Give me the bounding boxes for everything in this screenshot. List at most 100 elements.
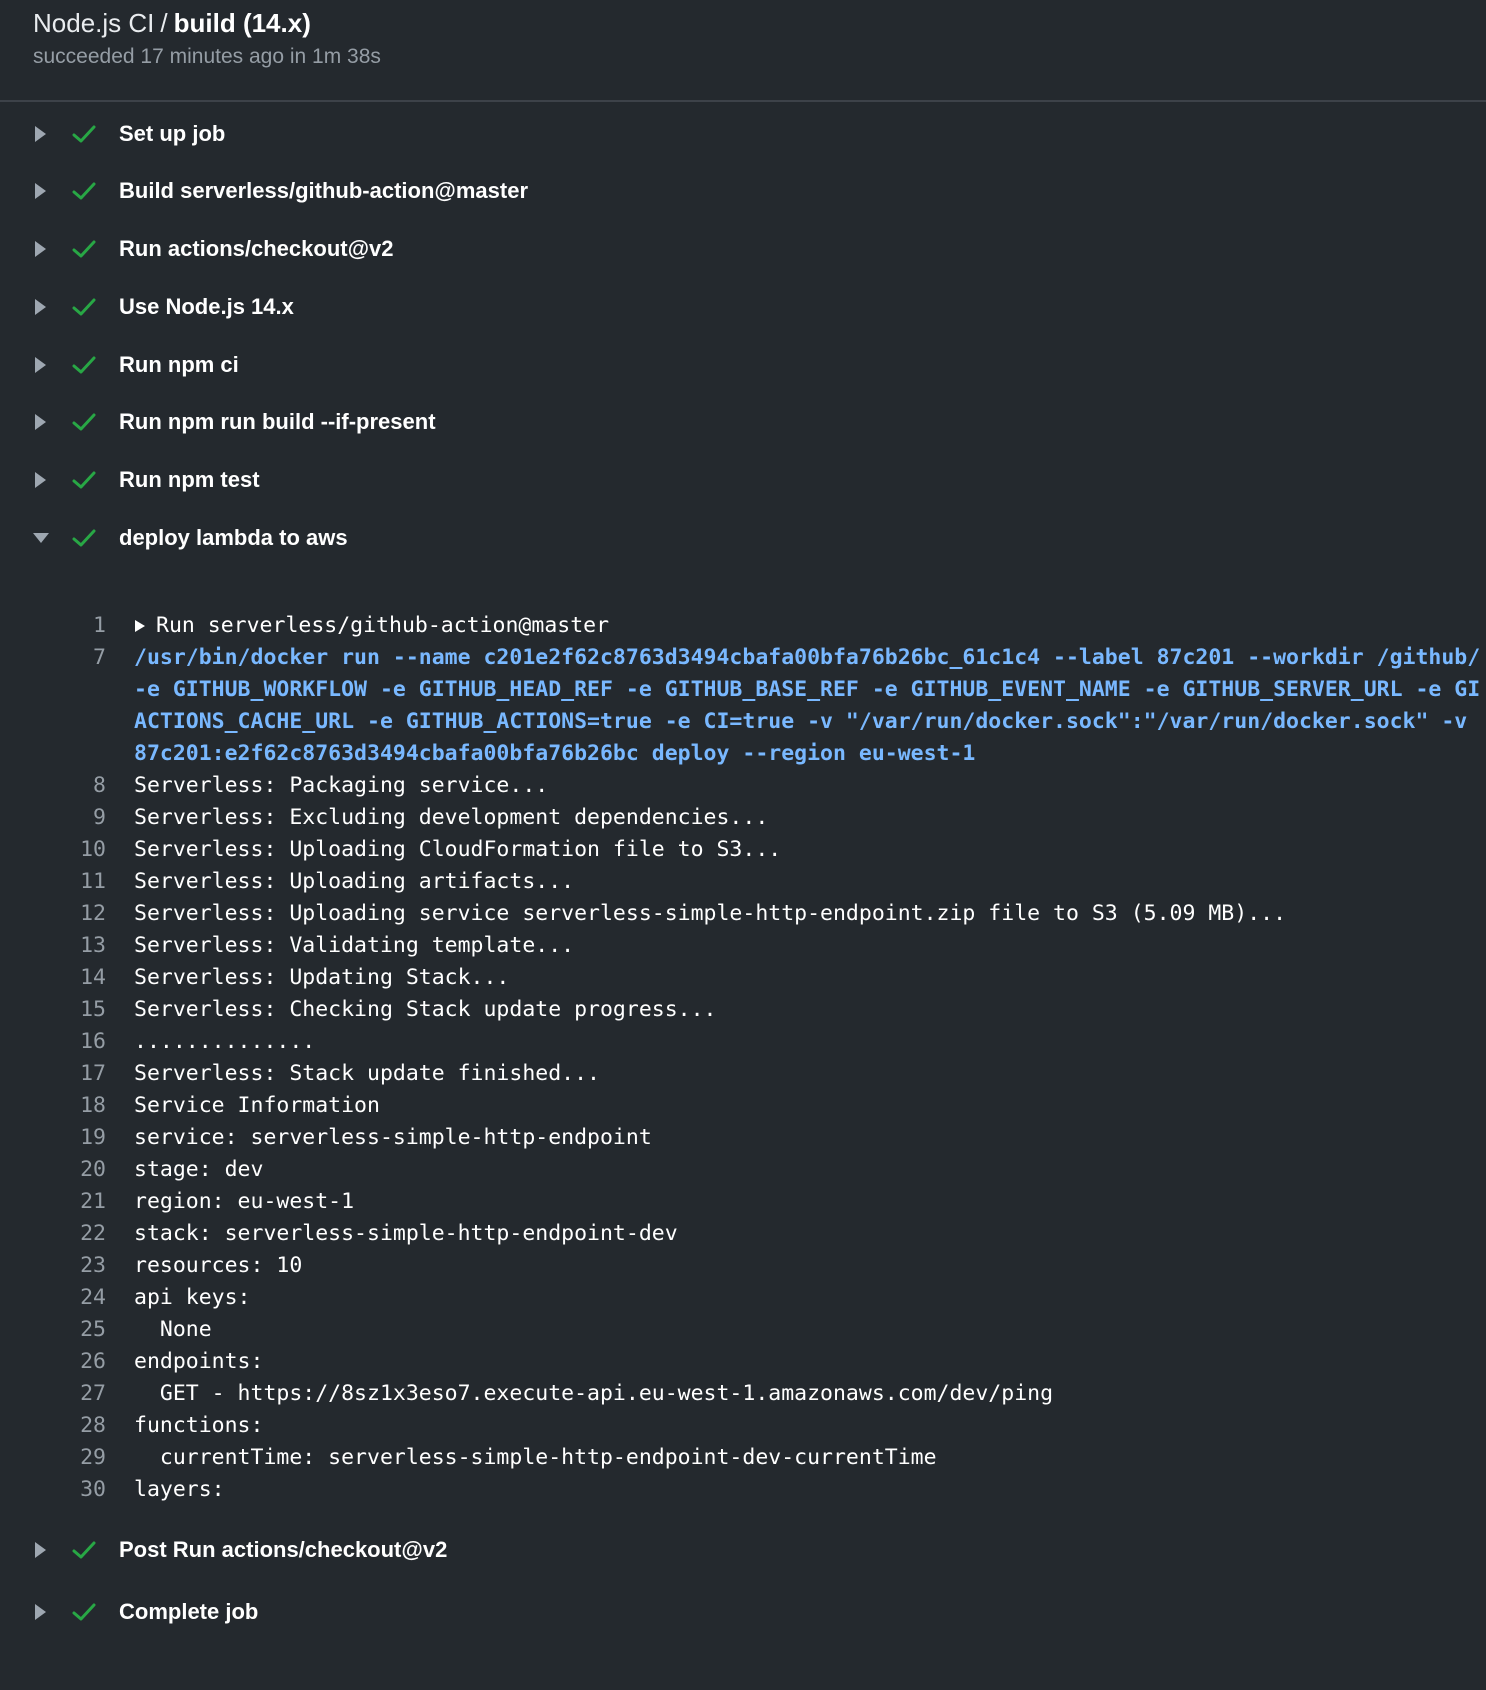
caret-right-icon[interactable] <box>30 469 52 491</box>
line-number[interactable]: 1 <box>56 610 106 642</box>
log-text-wrapper: Serverless: Uploading CloudFormation fil… <box>134 834 781 866</box>
caret-right-icon[interactable] <box>30 1601 52 1623</box>
log-text-wrapper: -e GITHUB_WORKFLOW -e GITHUB_HEAD_REF -e… <box>134 674 1480 706</box>
log-line: 16.............. <box>0 1026 1486 1058</box>
step-7[interactable]: Run npm test <box>0 455 1486 505</box>
check-icon <box>72 356 96 374</box>
log-line: 87c201:e2f62c8763d3494cbafa00bfa76b26bc … <box>0 738 1486 770</box>
caret-right-icon[interactable] <box>30 354 52 376</box>
step-5[interactable]: Run npm ci <box>0 340 1486 390</box>
log-text-wrapper: /usr/bin/docker run --name c201e2f62c876… <box>134 642 1480 674</box>
log-text: region: eu-west-1 <box>134 1189 355 1214</box>
line-number[interactable]: 25 <box>56 1314 106 1346</box>
step-deploy[interactable]: deploy lambda to aws <box>0 513 1486 563</box>
line-number[interactable]: 16 <box>56 1026 106 1058</box>
step-6[interactable]: Run npm run build --if-present <box>0 397 1486 447</box>
log-text-wrapper: api keys: <box>134 1282 251 1314</box>
step-label: Complete job <box>119 1599 259 1624</box>
log-text-wrapper: service: serverless-simple-http-endpoint <box>134 1122 652 1154</box>
log-text-wrapper: ACTIONS_CACHE_URL -e GITHUB_ACTIONS=true… <box>134 706 1467 738</box>
step-label: Run actions/checkout@v2 <box>119 236 394 261</box>
line-number[interactable]: 7 <box>56 642 106 674</box>
check-icon <box>72 413 96 431</box>
log-group-line[interactable]: 1 Run serverless/github-action@master <box>0 610 1486 642</box>
line-number[interactable]: 22 <box>56 1218 106 1250</box>
line-number[interactable]: 30 <box>56 1474 106 1506</box>
log-text: functions: <box>134 1413 264 1438</box>
log-text: service: serverless-simple-http-endpoint <box>134 1125 652 1150</box>
log-text: Serverless: Uploading service serverless… <box>134 901 1287 926</box>
line-number[interactable]: 27 <box>56 1378 106 1410</box>
log-text: Serverless: Stack update finished... <box>134 1061 600 1086</box>
log-line: 15 Serverless: Checking Stack update prog… <box>0 994 1486 1026</box>
log-text: Serverless: Excluding development depend… <box>134 805 769 830</box>
log-line: 10 Serverless: Uploading CloudFormation f… <box>0 834 1486 866</box>
log-text: 87c201:e2f62c8763d3494cbafa00bfa76b26bc … <box>134 741 976 766</box>
log-text: resources: 10 <box>134 1253 303 1278</box>
log-text-wrapper: GET - https://8sz1x3eso7.execute-api.eu-… <box>134 1378 1053 1410</box>
check-icon <box>72 471 96 489</box>
line-number[interactable]: 28 <box>56 1410 106 1442</box>
log-text-wrapper: stage: dev <box>134 1154 263 1186</box>
step-label: Post Run actions/checkout@v2 <box>119 1537 448 1562</box>
line-number[interactable]: 14 <box>56 962 106 994</box>
job-title: Node.js CI / build (14.x) <box>33 8 311 38</box>
log-text-wrapper: functions: <box>134 1410 263 1442</box>
log-line: 8 Serverless: Packaging service... <box>0 770 1486 802</box>
log-line: 21 region: eu-west-1 <box>0 1186 1486 1218</box>
line-number[interactable]: 12 <box>56 898 106 930</box>
caret-right-icon[interactable] <box>134 619 146 633</box>
caret-right-icon[interactable] <box>30 238 52 260</box>
check-icon <box>72 298 96 316</box>
log-text: Serverless: Uploading artifacts... <box>134 869 575 894</box>
workflow-name[interactable]: Node.js CI <box>33 8 154 38</box>
line-number[interactable]: 10 <box>56 834 106 866</box>
line-number[interactable]: 8 <box>56 770 106 802</box>
step-2[interactable]: Build serverless/github-action@master <box>0 166 1486 216</box>
log-text-wrapper: Serverless: Validating template... <box>134 930 574 962</box>
log-line: 11 Serverless: Uploading artifacts... <box>0 866 1486 898</box>
line-number[interactable]: 29 <box>56 1442 106 1474</box>
step-4[interactable]: Use Node.js 14.x <box>0 282 1486 332</box>
line-number[interactable]: 24 <box>56 1282 106 1314</box>
line-number[interactable]: 23 <box>56 1250 106 1282</box>
step-after-1[interactable]: Post Run actions/checkout@v2 <box>0 1525 1486 1575</box>
check-icon <box>72 182 96 200</box>
step-1[interactable]: Set up job <box>0 109 1486 159</box>
step-3[interactable]: Run actions/checkout@v2 <box>0 224 1486 274</box>
line-number[interactable]: 18 <box>56 1090 106 1122</box>
log-text-wrapper: Serverless: Stack update finished... <box>134 1058 600 1090</box>
log-text-wrapper: Serverless: Updating Stack... <box>134 962 509 994</box>
line-number[interactable]: 19 <box>56 1122 106 1154</box>
line-number[interactable]: 21 <box>56 1186 106 1218</box>
line-number[interactable]: 13 <box>56 930 106 962</box>
log-text-wrapper: stack: serverless-simple-http-endpoint-d… <box>134 1218 678 1250</box>
caret-right-icon[interactable] <box>30 180 52 202</box>
caret-right-icon[interactable] <box>30 411 52 433</box>
line-number[interactable]: 15 <box>56 994 106 1026</box>
line-number[interactable]: 26 <box>56 1346 106 1378</box>
line-number[interactable]: 9 <box>56 802 106 834</box>
job-status-text: succeeded 17 minutes ago in 1m 38s <box>33 45 381 68</box>
log-text-wrapper: None <box>134 1314 212 1346</box>
line-number[interactable]: 11 <box>56 866 106 898</box>
log-text: Run serverless/github-action@master <box>156 613 610 638</box>
job-name: build (14.x) <box>173 8 311 38</box>
step-label: Build serverless/github-action@master <box>119 178 529 203</box>
step-label: deploy lambda to aws <box>119 525 348 550</box>
caret-right-icon[interactable] <box>30 1539 52 1561</box>
log-text-wrapper: 87c201:e2f62c8763d3494cbafa00bfa76b26bc … <box>134 738 975 770</box>
log-text-wrapper: layers: <box>134 1474 225 1506</box>
caret-down-icon[interactable] <box>30 527 52 549</box>
caret-right-icon[interactable] <box>30 123 52 145</box>
log-line: 30 layers: <box>0 1474 1486 1506</box>
line-number[interactable]: 17 <box>56 1058 106 1090</box>
log-text-wrapper: Run serverless/github-action@master <box>134 610 609 642</box>
log-text: endpoints: <box>134 1349 264 1374</box>
caret-right-icon[interactable] <box>30 296 52 318</box>
line-number[interactable]: 20 <box>56 1154 106 1186</box>
log-line: 9 Serverless: Excluding development depen… <box>0 802 1486 834</box>
log-text: Service Information <box>134 1093 380 1118</box>
step-after-2[interactable]: Complete job <box>0 1587 1486 1637</box>
log-line: ACTIONS_CACHE_URL -e GITHUB_ACTIONS=true… <box>0 706 1486 738</box>
